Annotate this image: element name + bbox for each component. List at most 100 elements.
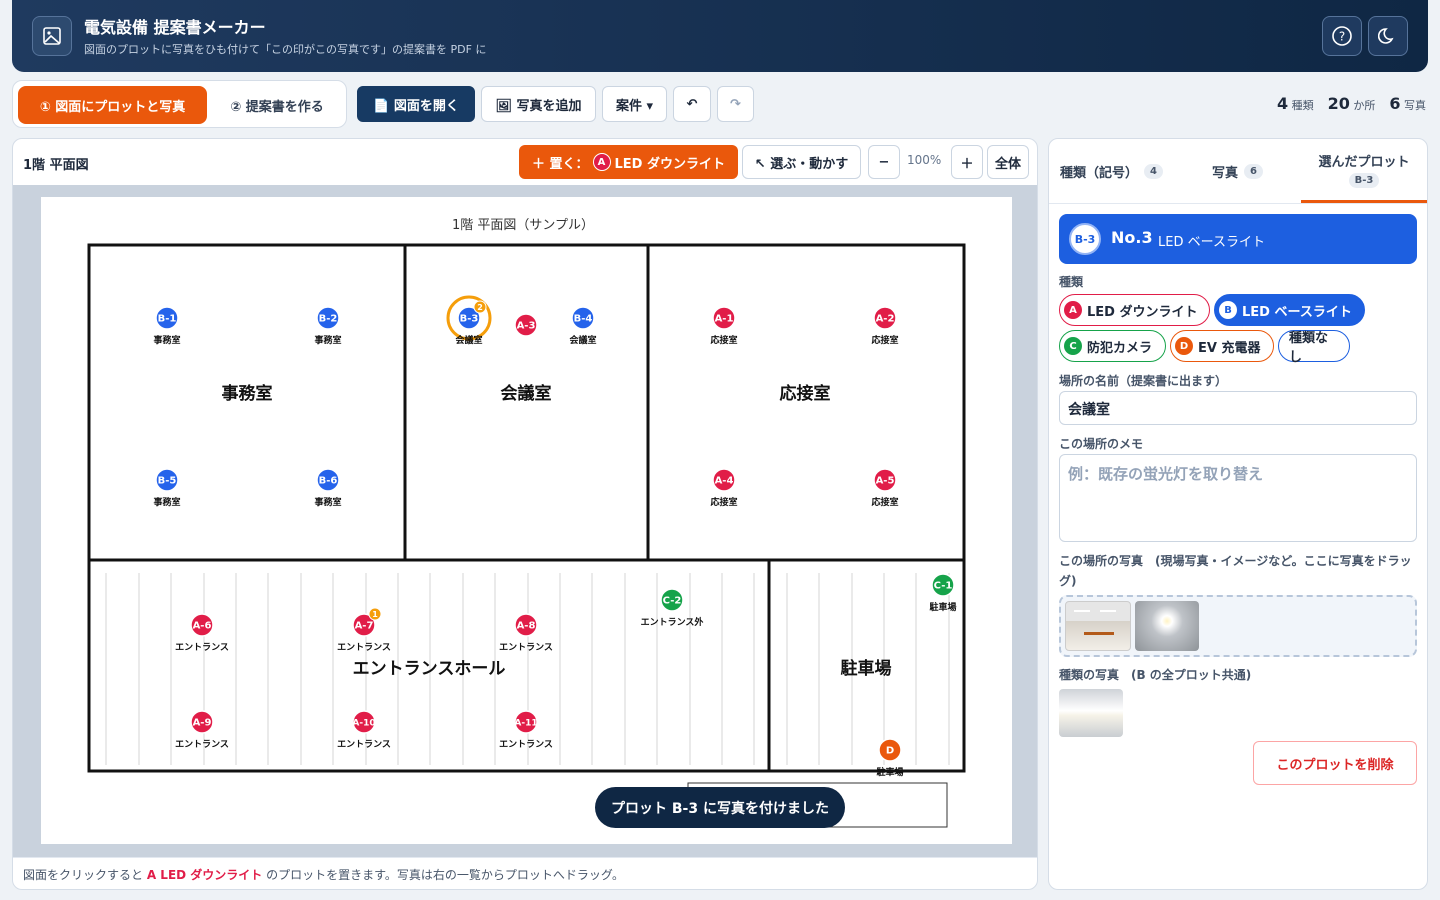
type-chip-a[interactable]: A LED ダウンライト [1059,294,1210,326]
plan-footer: 図面をクリックすると A LED ダウンライト のプロットを置きます。写真は右の… [13,857,1037,889]
fit-button[interactable]: 全体 [987,145,1029,179]
tab-selected-plot[interactable]: 選んだプロット B-3 [1301,139,1427,203]
tab-label: 選んだプロット [1318,155,1410,170]
plot-marker[interactable]: A-2 応接室 [871,306,899,346]
type-letter: B [1219,301,1237,319]
zoom-in-button[interactable]: ＋ [951,145,983,179]
place-prefix: ＋ 置く： [531,156,589,172]
plot-marker[interactable]: C-2 エントランス外 [641,588,704,628]
photo-thumbnail[interactable] [1065,601,1131,651]
tab-types[interactable]: 種類（記号） 4 [1049,139,1174,203]
plot-label: 応接室 [710,334,737,346]
plot-marker[interactable]: A-6 エントランス [175,613,229,653]
plot-marker[interactable]: B-6 事務室 [314,468,342,508]
type-photo-thumbnail[interactable] [1059,689,1123,737]
delete-plot-button[interactable]: このプロットを削除 [1253,741,1417,785]
project-menu-button[interactable]: 案件 ▾ [602,86,667,122]
plot-label: 事務室 [153,334,180,346]
room-label: 応接室 [780,383,831,404]
plot-label: エントランス [175,739,229,750]
plot-id: C-1 [934,581,953,592]
plan-canvas[interactable]: 1階 平面図（サンプル） 事務室 会議室 応接室 エントランスホール 駐車場 B… [13,185,1037,857]
memo-textarea[interactable]: 例：既存の蛍光灯を取り替え [1059,454,1417,542]
type-letter: D [1175,337,1193,355]
plot-id: A-9 [193,718,212,729]
dark-mode-button[interactable] [1368,16,1408,56]
photos-count: 6 [1389,94,1401,113]
photo-thumbnail[interactable] [1135,601,1199,651]
floor-plan[interactable]: 1階 平面図（サンプル） 事務室 会議室 応接室 エントランスホール 駐車場 B… [41,197,1012,844]
plot-id: A-10 [352,719,375,729]
plot-marker[interactable]: A-9 エントランス [175,710,229,750]
plot-marker[interactable]: A-11 エントランス [499,710,553,750]
plot-marker[interactable]: B-3 会議室 2 [446,295,492,346]
plot-label: 会議室 [569,334,596,346]
undo-button[interactable]: ↶ [673,86,711,122]
plot-id: B-6 [319,476,338,487]
step-proposal-tab[interactable]: ② 提案書を作る [213,86,341,124]
type-name: 種類なし [1289,331,1329,365]
tab-label: 写真 [1212,165,1239,181]
plot-marker[interactable]: A-8 エントランス [499,613,553,653]
plot-marker[interactable]: A-4 応接室 [710,468,738,508]
moon-icon [1378,28,1394,44]
plot-marker[interactable]: A-3 [514,313,538,337]
plot-marker[interactable]: A-1 応接室 [710,306,738,346]
plot-marker[interactable]: D 駐車場 [876,738,904,778]
add-photo-button[interactable]: 🖼 写真を追加 [481,86,596,122]
help-button[interactable]: ? [1322,16,1362,56]
tab-count: B-3 [1348,173,1380,188]
room-label: エントランスホール [353,659,506,679]
plot-marker[interactable]: C-1 駐車場 [929,573,957,613]
tab-photos[interactable]: 写真 6 [1174,139,1301,203]
app-header: 電気設備 提案書メーカー 図面のプロットに写真をひも付けて「この印がこの写真です… [12,0,1428,72]
tab-count: 4 [1144,163,1163,179]
type-chip-b[interactable]: B LED ベースライト [1214,294,1365,326]
plot-label: 事務室 [314,334,341,346]
plot-id: A-2 [876,314,895,325]
footer-key: A LED ダウンライト [146,868,263,882]
selected-plot-badge: B-3 [1069,223,1101,255]
plot-id: B-5 [158,476,177,487]
place-mode-button[interactable]: ＋ 置く： A LED ダウンライト [519,145,738,179]
room-label: 駐車場 [841,658,892,679]
step-plot-tab[interactable]: ① 図面にプロットと写真 [18,86,207,124]
type-chip-none[interactable]: 種類なし [1278,330,1350,365]
plot-marker[interactable]: A-7 エントランス 1 [337,607,391,653]
plot-marker[interactable]: B-1 事務室 [153,306,181,346]
room-label: 事務室 [222,383,273,404]
plot-label: 事務室 [314,496,341,508]
plot-id: B-4 [574,314,593,325]
type-chip-d[interactable]: D EV 充電器 [1170,330,1274,362]
open-plan-button[interactable]: 📄 図面を開く [357,86,475,122]
plot-id: B-1 [158,314,177,325]
plot-id: A-6 [193,621,212,632]
plot-marker[interactable]: A-5 応接室 [871,468,899,508]
plot-label: エントランス [499,739,553,750]
type-a-badge: A [592,153,611,171]
select-move-button[interactable]: ↖ 選ぶ・動かす [742,145,861,179]
plot-label: 応接室 [871,334,898,346]
zoom-out-button[interactable]: − [868,145,900,179]
plot-marker[interactable]: B-2 事務室 [314,306,342,346]
photos-unit: 写真 [1404,99,1426,112]
plot-id: A-5 [876,476,895,487]
plot-label: 会議室 [455,334,482,346]
redo-button[interactable]: ↷ [717,86,754,122]
floor-plan-drawing[interactable]: 1階 平面図（サンプル） 事務室 会議室 応接室 エントランスホール 駐車場 B… [41,197,1012,844]
photo-dropzone[interactable] [1059,595,1417,657]
plot-marker[interactable]: B-4 会議室 [569,306,597,346]
type-name: LED ベースライト [1242,304,1352,320]
place-name-input[interactable]: 会議室 [1059,391,1417,425]
plot-label: エントランス外 [641,616,704,628]
type-name: LED ダウンライト [1087,304,1198,320]
plot-marker[interactable]: B-5 事務室 [153,468,181,508]
plot-id: A-8 [517,621,536,632]
plan-title: 1階 平面図 [23,158,89,173]
plan-panel: 1階 平面図 ＋ 置く： A LED ダウンライト ↖ 選ぶ・動かす − 100… [12,138,1038,890]
plot-marker[interactable]: A-10 エントランス [337,710,391,750]
type-chip-c[interactable]: C 防犯カメラ [1059,330,1166,362]
plot-id: D [886,746,894,757]
place-type-label: LED ダウンライト [614,156,725,172]
toolbar: ① 図面にプロットと写真 ② 提案書を作る 📄 図面を開く 🖼 写真を追加 案件… [0,80,1440,130]
